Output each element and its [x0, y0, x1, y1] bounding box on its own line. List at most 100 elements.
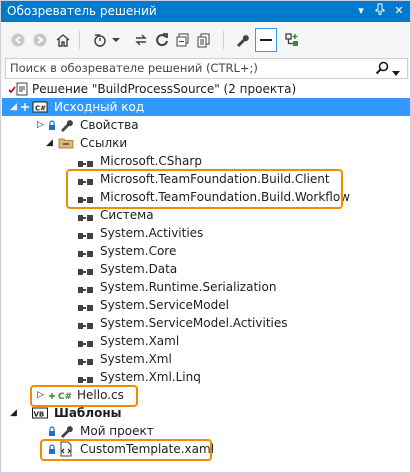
solution-icon: [14, 81, 30, 97]
csharp-file-icon: C#: [58, 387, 74, 403]
expanded-arrow-icon[interactable]: ◢: [10, 407, 20, 419]
search-box: [5, 58, 408, 79]
collapse-all-icon[interactable]: [174, 31, 192, 49]
tree-item-label: Ссылки: [80, 136, 128, 150]
reference-label: System.Activities: [100, 226, 204, 240]
toolbar-separator: [79, 31, 80, 49]
svg-text:VB: VB: [34, 411, 45, 419]
reference-icon: [78, 157, 94, 167]
back-icon[interactable]: [9, 31, 27, 49]
refresh-icon[interactable]: [153, 31, 171, 49]
reference-label: System.Xml.Linq: [100, 370, 201, 384]
reference-item[interactable]: System.Xaml: [2, 332, 410, 350]
search-options-dropdown-icon[interactable]: [392, 66, 400, 76]
wrench-icon: [58, 423, 74, 439]
reference-label: System.Xaml: [100, 334, 180, 348]
lock-icon: [48, 441, 56, 457]
vb-project-icon: VB: [32, 405, 48, 421]
reference-label: System.Core: [100, 244, 177, 258]
reference-icon: [78, 211, 94, 221]
tree-item-project-templates[interactable]: ◢ VB Шаблоны: [2, 404, 410, 422]
forward-icon[interactable]: [31, 31, 49, 49]
reference-item[interactable]: Microsoft.TeamFoundation.Build.Workflow: [2, 188, 410, 206]
reference-icon: [78, 319, 94, 329]
reference-item[interactable]: Microsoft.CSharp: [2, 152, 410, 170]
tree-item-my-project[interactable]: Мой проект: [2, 422, 410, 440]
reference-icon: [78, 283, 94, 293]
source-control-icon: [20, 99, 30, 115]
tree-item-label: Мой проект: [80, 424, 154, 438]
reference-icon: [78, 265, 94, 275]
tree-item-label: Свойства: [80, 118, 139, 132]
pin-icon[interactable]: [373, 3, 387, 19]
reference-item[interactable]: Microsoft.TeamFoundation.Build.Client: [2, 170, 410, 188]
tree-item-custom-template[interactable]: CustomTemplate.xaml: [2, 440, 410, 458]
show-all-files-icon[interactable]: [195, 31, 213, 49]
reference-item[interactable]: System.Xml: [2, 350, 410, 368]
wrench-icon: [58, 117, 74, 133]
reference-label: System.ServiceModel.Activities: [100, 316, 288, 330]
reference-item[interactable]: System.Activities: [2, 224, 410, 242]
tree-item-label: Hello.cs: [77, 388, 124, 402]
reference-label: System.Data: [100, 262, 178, 276]
collapsed-arrow-icon[interactable]: ▷: [37, 119, 47, 131]
tree-item-label: Решение "BuildProcessSource" (2 проекта): [32, 82, 297, 96]
tree-item-label: CustomTemplate.xaml: [80, 442, 215, 456]
search-input[interactable]: [10, 60, 370, 76]
collapsed-arrow-icon[interactable]: ▷: [37, 389, 47, 401]
reference-label: System.ServiceModel: [100, 298, 229, 312]
tree-item-properties[interactable]: ▷ Свойства: [2, 116, 410, 134]
expanded-arrow-icon[interactable]: ◢: [46, 137, 56, 149]
pending-changes-icon[interactable]: [132, 31, 150, 49]
home-icon[interactable]: [54, 31, 72, 49]
reference-label: Microsoft.TeamFoundation.Build.Workflow: [100, 190, 350, 204]
reference-item[interactable]: System.Data: [2, 260, 410, 278]
reference-item[interactable]: System.Core: [2, 242, 410, 260]
tree-item-label: Исходный код: [54, 100, 145, 114]
svg-text:C#: C#: [35, 105, 46, 113]
tree-item-label: Шаблоны: [54, 406, 122, 420]
lock-icon: [48, 423, 56, 439]
reference-icon: [78, 301, 94, 311]
toolbar-separator: [223, 31, 224, 49]
title-bar: Обозреватель решений ▾ ✕: [1, 1, 410, 22]
reference-item[interactable]: System.Runtime.Serialization: [2, 278, 410, 296]
reference-icon: [78, 193, 94, 203]
preview-selected-items-icon[interactable]: [255, 28, 277, 52]
tree-item-references[interactable]: ◢ Ссылки: [2, 134, 410, 152]
chevron-down-icon[interactable]: [111, 31, 121, 49]
expanded-arrow-icon[interactable]: ◢: [10, 101, 20, 113]
solution-tree: Решение "BuildProcessSource" (2 проекта)…: [2, 79, 410, 472]
tree-item-hello-cs[interactable]: ▷ C# Hello.cs: [2, 386, 410, 404]
window-title: Обозреватель решений: [7, 4, 157, 18]
reference-label: System.Runtime.Serialization: [100, 280, 277, 294]
close-icon[interactable]: ✕: [392, 3, 406, 19]
lock-icon: [48, 117, 56, 133]
tree-item-solution[interactable]: Решение "BuildProcessSource" (2 проекта): [2, 80, 410, 98]
reference-icon: [78, 355, 94, 365]
solution-explorer-window: Обозреватель решений ▾ ✕ Поиск в обозрев…: [0, 0, 411, 473]
reference-icon: [78, 247, 94, 257]
dropdown-arrow-icon[interactable]: ▾: [354, 3, 368, 19]
xaml-file-icon: [58, 441, 74, 457]
reference-icon: [78, 337, 94, 347]
search-icon[interactable]: [374, 60, 390, 76]
reference-icon: [78, 229, 94, 239]
toolbar: [1, 23, 410, 56]
class-view-icon[interactable]: [283, 31, 301, 49]
reference-label: Система: [100, 208, 154, 222]
add-pending-icon: [48, 387, 56, 403]
csharp-project-icon: C#: [32, 99, 48, 115]
reference-item[interactable]: System.ServiceModel.Activities: [2, 314, 410, 332]
reference-icon: [78, 373, 94, 383]
reference-item[interactable]: System.Xml.Linq: [2, 368, 410, 386]
reference-item[interactable]: System.ServiceModel: [2, 296, 410, 314]
properties-wrench-icon[interactable]: [233, 31, 251, 49]
reference-item[interactable]: Система: [2, 206, 410, 224]
tree-item-project-source[interactable]: ◢ C# Исходный код: [2, 98, 410, 116]
reference-label: System.Xml: [100, 352, 172, 366]
reference-label: Microsoft.TeamFoundation.Build.Client: [100, 172, 330, 186]
references-folder-icon: [58, 135, 74, 151]
sync-view-icon[interactable]: [91, 31, 109, 49]
svg-text:C#: C#: [58, 392, 72, 402]
